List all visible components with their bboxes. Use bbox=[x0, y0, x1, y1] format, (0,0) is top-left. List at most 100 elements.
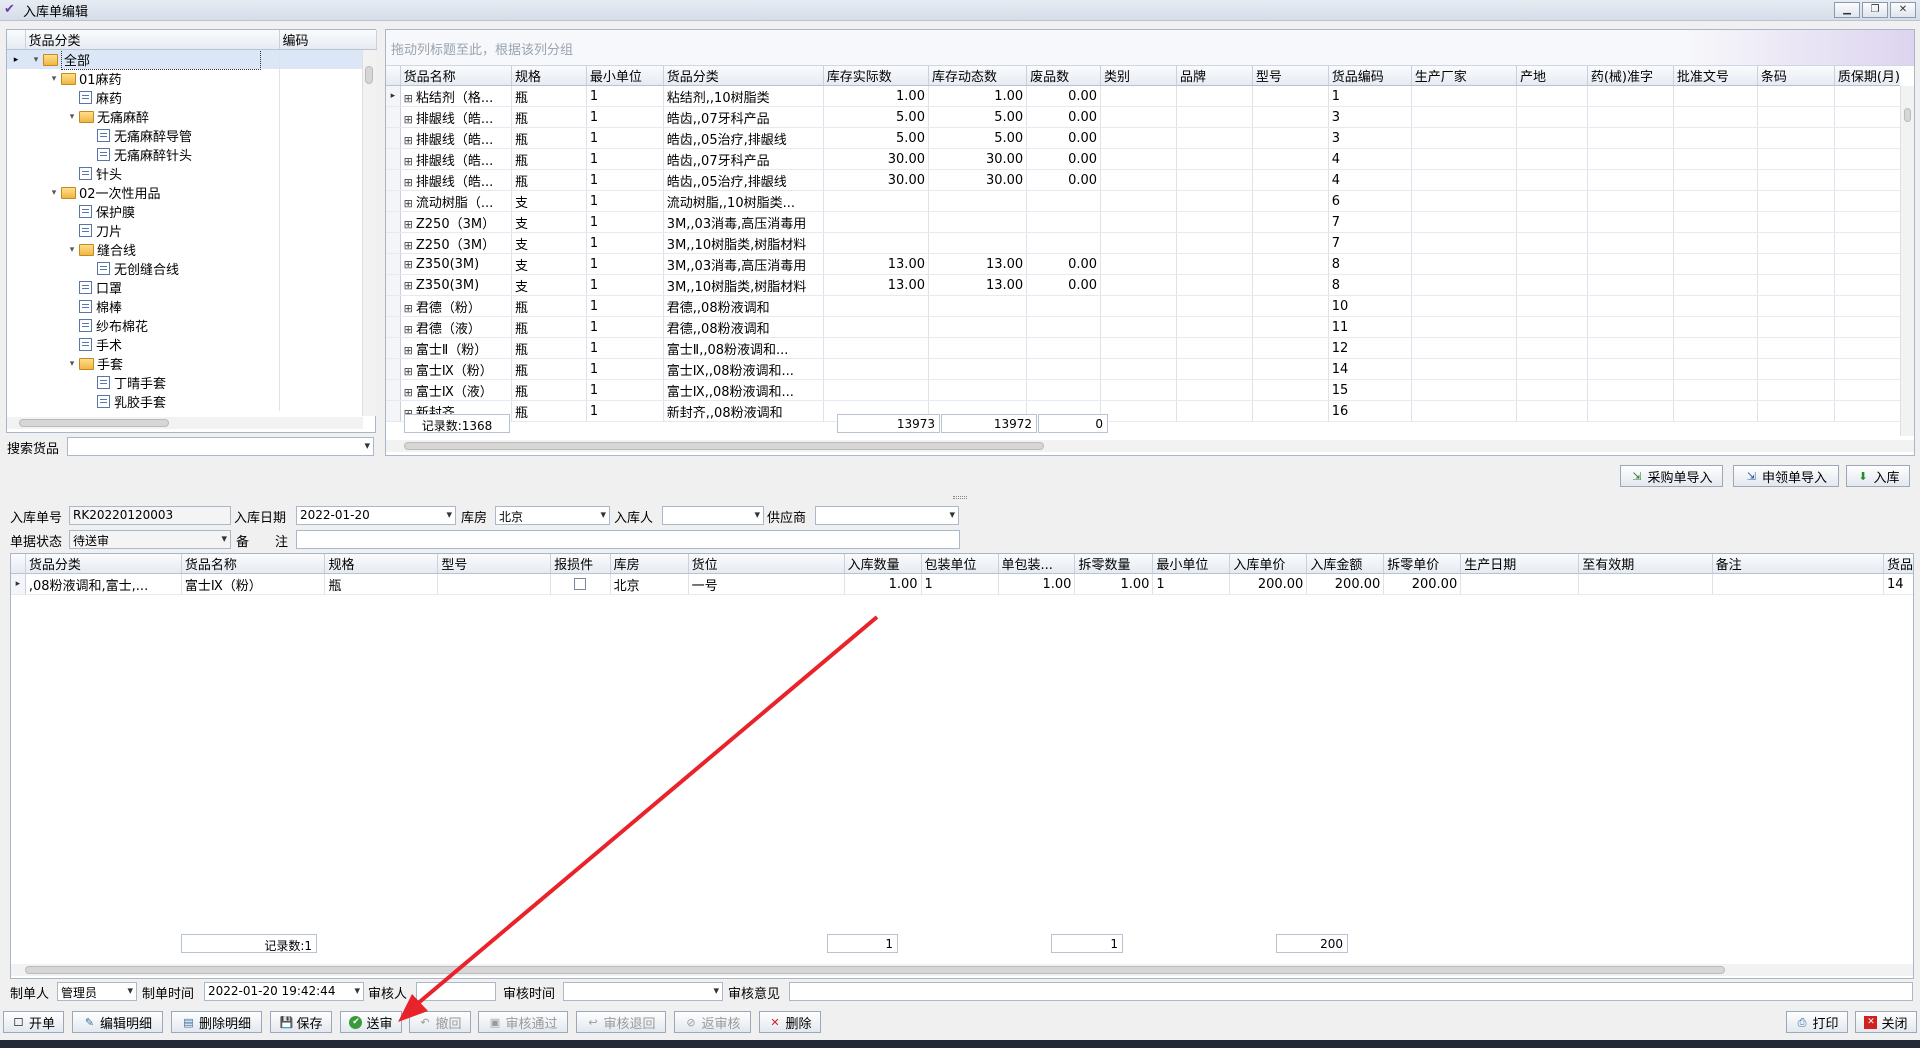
tree-node[interactable]: 无痛麻醉针头 bbox=[7, 145, 363, 164]
tree-node[interactable]: 手术 bbox=[7, 335, 363, 354]
goods-cell[interactable]: 皓齿,,05治疗,排龈线 bbox=[663, 169, 824, 191]
detail-cell[interactable]: 1.00 bbox=[1074, 573, 1154, 595]
goods-cell[interactable] bbox=[823, 358, 929, 380]
detail-horizontal-scrollbar[interactable] bbox=[11, 964, 1913, 976]
goods-cell[interactable] bbox=[1587, 316, 1674, 338]
splitter-grip[interactable] bbox=[953, 496, 967, 499]
goods-cell[interactable] bbox=[1757, 106, 1835, 128]
goods-cell[interactable] bbox=[1516, 400, 1588, 422]
detail-cell[interactable] bbox=[1460, 573, 1580, 595]
goods-row[interactable]: ⊞ 新封齐瓶 1 新封齐,,08粉液调和 16 bbox=[386, 400, 1900, 422]
goods-cell[interactable] bbox=[1516, 232, 1588, 254]
goods-cell[interactable]: ⊞ Z250（3M） bbox=[400, 211, 512, 233]
goods-cell[interactable]: 皓齿,,07牙科产品 bbox=[663, 148, 824, 170]
tree-node[interactable]: 无创缝合线 bbox=[7, 259, 363, 278]
detail-column-header[interactable]: 至有效期 bbox=[1578, 554, 1713, 574]
goods-column-header[interactable]: 批准文号 bbox=[1673, 66, 1758, 86]
goods-cell[interactable] bbox=[1757, 211, 1835, 233]
goods-cell[interactable] bbox=[1252, 85, 1329, 107]
goods-cell[interactable] bbox=[1100, 274, 1177, 296]
goods-cell[interactable] bbox=[1587, 232, 1674, 254]
detail-column-header[interactable]: 货品编码 bbox=[1883, 554, 1913, 574]
goods-cell[interactable] bbox=[1834, 337, 1900, 359]
goods-cell[interactable]: 皓齿,,05治疗,排龈线 bbox=[663, 127, 824, 149]
goods-row[interactable]: ⊞ 排龈线（皓... 瓶 1 皓齿,,05治疗,排龈线 5.00 5.00 0.00 3 bbox=[386, 127, 1900, 149]
goods-cell[interactable] bbox=[1100, 316, 1177, 338]
submit-button[interactable]: ✔ 送审 bbox=[340, 1011, 402, 1033]
goods-cell[interactable]: 0.00 bbox=[1026, 106, 1102, 128]
order-no-field[interactable]: RK20220120003 bbox=[69, 506, 231, 525]
goods-cell[interactable] bbox=[1834, 85, 1900, 107]
goods-cell[interactable]: 君德,,08粉液调和 bbox=[663, 316, 824, 338]
tree-node[interactable]: ▾ 02一次性用品 bbox=[7, 183, 363, 202]
goods-cell[interactable]: 粘结剂,,10树脂类 bbox=[663, 85, 824, 107]
goods-row[interactable]: ⊞ 排龈线（皓... 瓶 1 皓齿,,05治疗,排龈线 30.00 30.00 0.00 4 bbox=[386, 169, 1900, 191]
detail-cell[interactable]: 200.00 bbox=[1383, 573, 1462, 595]
goods-cell[interactable] bbox=[1673, 106, 1758, 128]
goods-column-header[interactable]: 类别 bbox=[1100, 66, 1177, 86]
goods-cell[interactable] bbox=[1176, 211, 1253, 233]
detail-cell[interactable] bbox=[550, 573, 611, 595]
goods-cell[interactable] bbox=[928, 379, 1028, 401]
goods-cell[interactable]: 0.00 bbox=[1026, 127, 1102, 149]
goods-cell[interactable] bbox=[1757, 148, 1835, 170]
goods-column-header[interactable]: 库存动态数 bbox=[928, 66, 1028, 86]
goods-cell[interactable] bbox=[1834, 127, 1900, 149]
row-expand-icon[interactable]: ⊞ bbox=[404, 92, 413, 105]
goods-cell[interactable]: 12 bbox=[1328, 337, 1412, 359]
goods-cell[interactable] bbox=[1411, 274, 1518, 296]
goods-cell[interactable]: 富士Ⅱ,,08粉液调和... bbox=[663, 337, 824, 359]
goods-row[interactable]: ⊞ Z250（3M）支 1 3M,,10树脂类,树脂材料 7 bbox=[386, 232, 1900, 254]
goods-row[interactable]: ▸ ⊞ 粘结剂（格... 瓶 1 粘结剂,,10树脂类 1.00 1.00 0.00 1 bbox=[386, 85, 1900, 107]
goods-cell[interactable] bbox=[1252, 295, 1329, 317]
save-button[interactable]: 💾 保存 bbox=[270, 1011, 332, 1033]
goods-cell[interactable] bbox=[1516, 148, 1588, 170]
detail-column-header[interactable]: 货品分类 bbox=[25, 554, 182, 574]
goods-cell[interactable] bbox=[1100, 148, 1177, 170]
goods-cell[interactable] bbox=[1516, 358, 1588, 380]
goods-cell[interactable]: 1 bbox=[586, 316, 664, 338]
goods-cell[interactable] bbox=[1587, 106, 1674, 128]
detail-cell[interactable]: 瓶 bbox=[324, 573, 439, 595]
maker-select[interactable]: 管理员 bbox=[57, 982, 137, 1001]
goods-cell[interactable] bbox=[1176, 337, 1253, 359]
tree-expander-icon[interactable]: ▾ bbox=[49, 188, 59, 198]
goods-cell[interactable]: 5.00 bbox=[823, 127, 929, 149]
row-expand-icon[interactable]: ⊞ bbox=[404, 113, 413, 126]
purchase-import-button[interactable]: ⇲ 采购单导入 bbox=[1620, 465, 1723, 487]
tree-node[interactable]: ▾ 01麻药 bbox=[7, 69, 363, 88]
goods-cell[interactable] bbox=[1757, 358, 1835, 380]
detail-column-header[interactable]: 入库数量 bbox=[844, 554, 922, 574]
row-expand-icon[interactable]: ⊞ bbox=[404, 155, 413, 168]
delete-button[interactable]: ✕ 删除 bbox=[759, 1011, 821, 1033]
goods-cell[interactable] bbox=[1516, 190, 1588, 212]
goods-cell[interactable] bbox=[1587, 169, 1674, 191]
goods-cell[interactable]: ⊞ Z350(3M) bbox=[400, 253, 512, 275]
goods-cell[interactable]: ⊞ 排龈线（皓... bbox=[400, 148, 512, 170]
goods-cell[interactable] bbox=[1411, 400, 1518, 422]
goods-cell[interactable]: 1 bbox=[586, 106, 664, 128]
goods-column-header[interactable]: 生产厂家 bbox=[1411, 66, 1518, 86]
detail-cell[interactable]: 一号 bbox=[688, 573, 845, 595]
goods-cell[interactable] bbox=[1252, 274, 1329, 296]
goods-cell[interactable] bbox=[1252, 358, 1329, 380]
goods-cell[interactable] bbox=[1411, 85, 1518, 107]
goods-cell[interactable] bbox=[928, 316, 1028, 338]
detail-cell[interactable]: 1 bbox=[1152, 573, 1231, 595]
goods-cell[interactable]: 1 bbox=[586, 211, 664, 233]
goods-cell[interactable]: 5.00 bbox=[928, 106, 1028, 128]
goods-cell[interactable] bbox=[1834, 190, 1900, 212]
detail-cell[interactable]: 1.00 bbox=[998, 573, 1076, 595]
goods-cell[interactable]: 0.00 bbox=[1026, 148, 1102, 170]
goods-cell[interactable] bbox=[1516, 253, 1588, 275]
goods-cell[interactable] bbox=[1100, 190, 1177, 212]
tree-header-category[interactable]: 货品分类 bbox=[25, 30, 280, 50]
detail-column-header[interactable]: 型号 bbox=[437, 554, 552, 574]
tree-expander-icon[interactable]: ▾ bbox=[67, 245, 77, 255]
goods-cell[interactable] bbox=[1587, 190, 1674, 212]
goods-cell[interactable]: 0.00 bbox=[1026, 169, 1102, 191]
goods-cell[interactable] bbox=[1673, 253, 1758, 275]
tree-expander-icon[interactable]: ▾ bbox=[67, 112, 77, 122]
detail-cell[interactable] bbox=[1578, 573, 1713, 595]
goods-cell[interactable] bbox=[1176, 190, 1253, 212]
